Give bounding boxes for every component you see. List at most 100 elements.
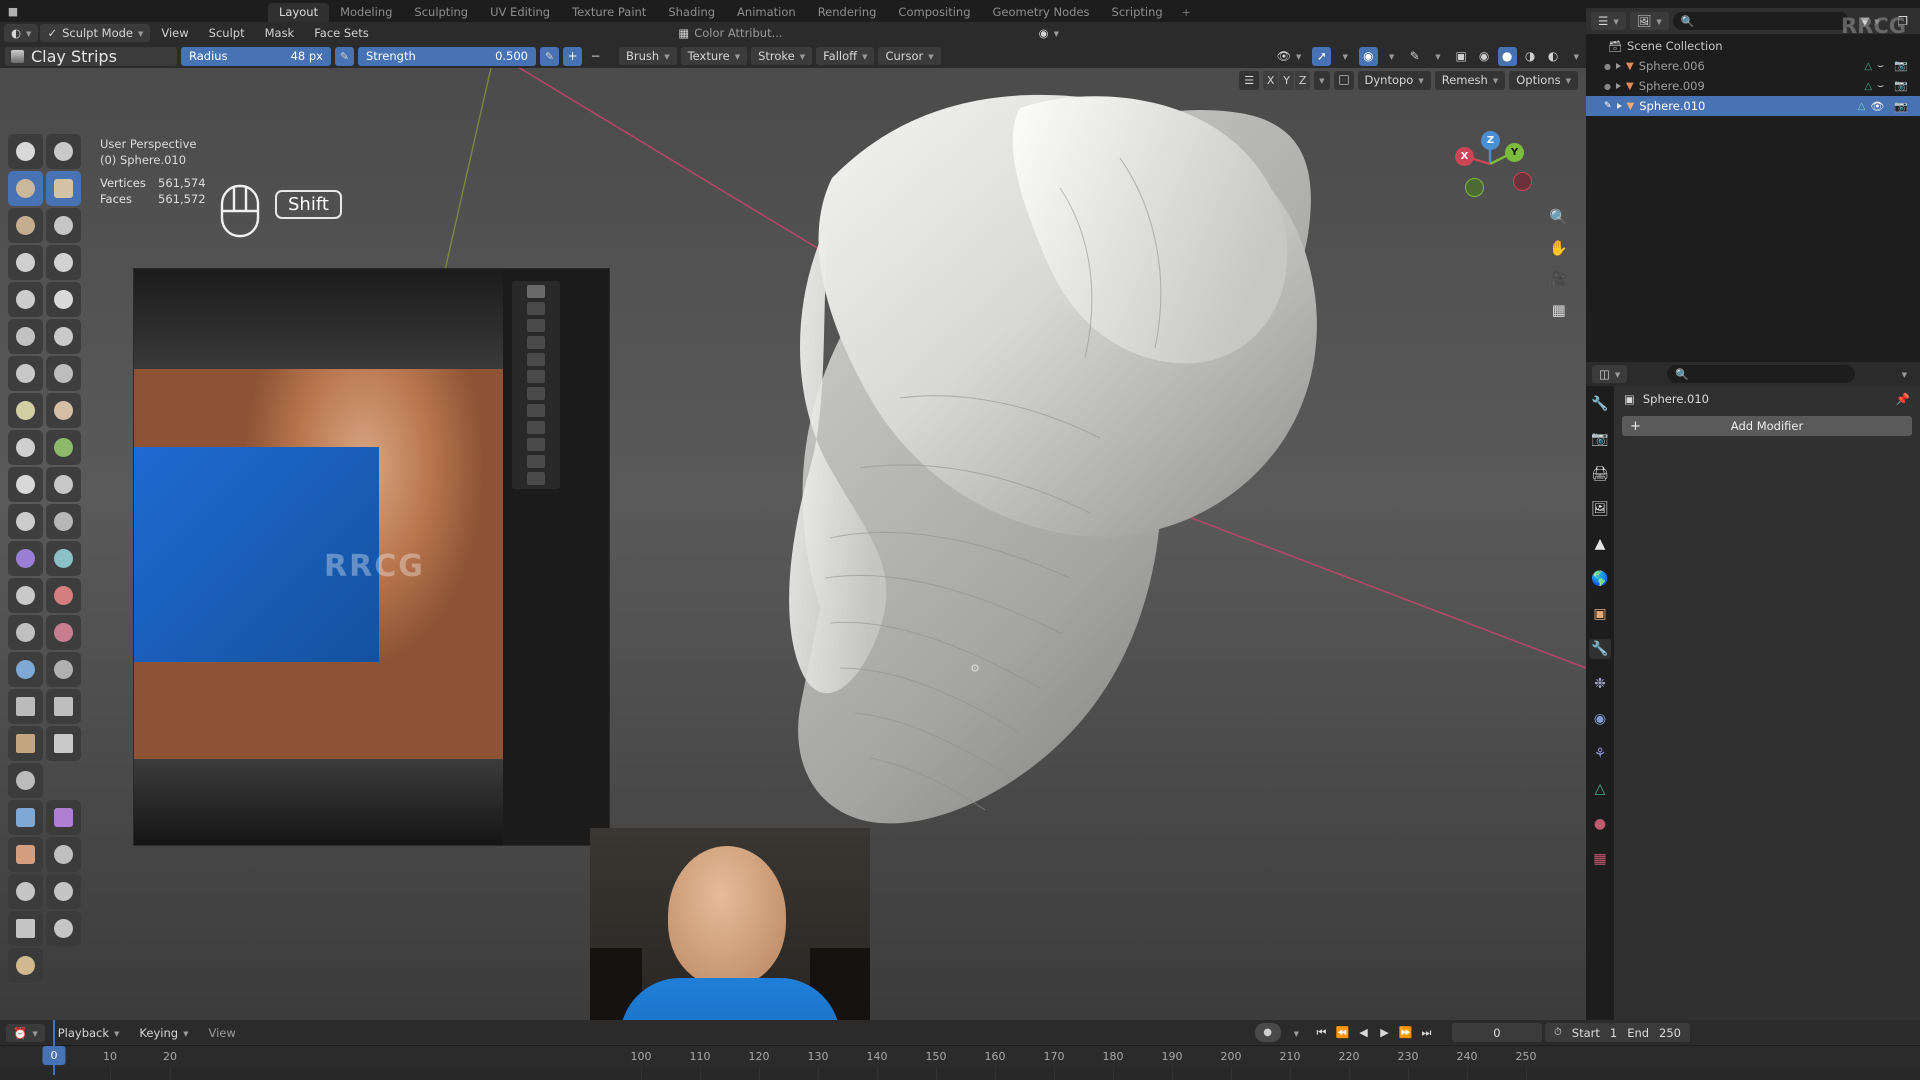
tool-mask[interactable] [8, 615, 43, 650]
tool-nudge[interactable] [8, 504, 43, 539]
expand-triangle-icon[interactable] [1616, 103, 1622, 109]
ref-tool-clone-icon[interactable] [527, 404, 545, 417]
gizmo-axis-y[interactable]: Y [1505, 143, 1524, 162]
brush-popover[interactable]: Brush ▼ [619, 47, 677, 65]
material-shading-button[interactable]: ◑ [1521, 47, 1540, 66]
properties-tab-render[interactable]: 📷 [1589, 429, 1611, 449]
tool-elastic-deform[interactable] [8, 430, 43, 465]
color-attribute-selector[interactable]: ▦ Color Attribut... [671, 24, 789, 42]
properties-tab-particles[interactable]: ❉ [1589, 674, 1611, 694]
properties-tab-output[interactable]: 🖨 [1589, 464, 1611, 484]
menu-sculpt[interactable]: Sculpt [200, 22, 254, 44]
snap-toggle[interactable]: ➚ [1312, 46, 1332, 66]
ref-tool-circle-icon[interactable] [527, 353, 545, 366]
workspace-tab-layout[interactable]: Layout [268, 3, 330, 22]
properties-tab-constraints[interactable]: ⚘ [1589, 744, 1611, 764]
gizmo-axis-z[interactable]: Z [1481, 131, 1500, 150]
properties-editor-type[interactable]: ◫ ▼ [1592, 365, 1628, 383]
ref-tool-check-icon[interactable] [527, 336, 545, 349]
tool-move[interactable] [8, 874, 43, 909]
tool-smooth[interactable] [46, 282, 81, 317]
ref-tool-crop-icon[interactable] [527, 421, 545, 434]
properties-tab-physics[interactable]: ◉ [1589, 709, 1611, 729]
tool-flatten[interactable] [8, 319, 43, 354]
properties-tab-modifier[interactable]: 🔧 [1589, 639, 1611, 659]
active-brush-selector[interactable]: Clay Strips [5, 46, 177, 66]
workspace-tab-rendering[interactable]: Rendering [807, 3, 888, 22]
tool-box-face-set[interactable] [46, 726, 81, 761]
radius-pressure-toggle[interactable]: ✎ [335, 46, 354, 66]
disable-render-camera-icon[interactable]: 📷 [1894, 59, 1908, 73]
properties-tab-scene[interactable]: ▲ [1589, 534, 1611, 554]
tool-multires-smear[interactable] [46, 652, 81, 687]
strength-pressure-toggle[interactable]: ✎ [540, 46, 559, 66]
dyntopo-toggle[interactable] [1333, 70, 1354, 90]
tool-mask-by-color[interactable] [46, 837, 81, 872]
reference-tool-column[interactable] [512, 281, 560, 489]
timeline-ruler[interactable]: 10 20 100 110 120 130 140 150 160 170 18… [0, 1045, 1920, 1067]
tool-box-hide[interactable] [8, 726, 43, 761]
restrict-select-dot-icon[interactable]: ● [1604, 62, 1611, 71]
xray-toggle[interactable]: ▣ [1452, 47, 1471, 66]
solid-shading-button[interactable]: ● [1497, 46, 1517, 66]
snap-popover[interactable]: ▼ [1335, 47, 1354, 65]
tool-grab[interactable] [46, 393, 81, 428]
expand-triangle-icon[interactable] [1615, 83, 1621, 89]
outliner-item-sphere-009[interactable]: ● ▼ Sphere.009 △ ⌣ 📷 [1586, 76, 1920, 96]
symmetry-y-toggle[interactable]: Y [1279, 70, 1295, 90]
workspace-tab-uv-editing[interactable]: UV Editing [479, 3, 561, 22]
brush-cursor-toggle[interactable]: ✎ [1405, 47, 1424, 66]
restrict-select-dot-icon[interactable]: ● [1604, 82, 1611, 91]
add-modifier-button[interactable]: + Add Modifier [1622, 416, 1912, 436]
properties-search-input[interactable]: 🔍 [1666, 365, 1855, 383]
outliner-item-sphere-010[interactable]: ✎ ▼ Sphere.010 △ 👁 📷 [1586, 96, 1920, 116]
symmetry-x-toggle[interactable]: X [1263, 70, 1279, 90]
tool-clay-strips[interactable] [46, 171, 81, 206]
properties-tab-view-layer[interactable]: 🖼 [1589, 499, 1611, 519]
tool-draw[interactable] [8, 134, 43, 169]
properties-tab-material[interactable]: ● [1589, 814, 1611, 834]
timeline-menu-view[interactable]: View [201, 1024, 242, 1042]
tool-multires-displacement-eraser[interactable] [8, 652, 43, 687]
symmetry-z-toggle[interactable]: Z [1295, 70, 1311, 90]
camera-view-icon[interactable]: 🎥 [1549, 270, 1568, 288]
timeline-editor[interactable]: ⏰ ▼ Playback ▼ Keying ▼ View ● ▼ ⏮ ⏪ ◀ ▶… [0, 1020, 1920, 1080]
remesh-popover[interactable]: Remesh ▼ [1434, 70, 1506, 90]
menu-mask[interactable]: Mask [256, 22, 304, 44]
tool-color-filter[interactable] [8, 837, 43, 872]
tool-clay-thumb[interactable] [8, 208, 43, 243]
tool-crease[interactable] [8, 282, 43, 317]
ortho-persp-icon[interactable]: ▦ [1552, 301, 1566, 319]
properties-tab-data[interactable]: △ [1589, 779, 1611, 799]
tool-slide-relax[interactable] [8, 541, 43, 576]
zoom-icon[interactable]: 🔍 [1549, 208, 1568, 226]
tool-boundary[interactable] [46, 541, 81, 576]
properties-tab-texture[interactable]: ▦ [1589, 849, 1611, 869]
tool-fill[interactable] [46, 319, 81, 354]
strength-slider[interactable]: Strength 0.500 [358, 46, 536, 66]
navigation-gizmo[interactable]: Z Y X [1454, 128, 1532, 200]
direction-add-button[interactable]: + [563, 46, 582, 66]
workspace-tab-shading[interactable]: Shading [657, 3, 726, 22]
disable-render-camera-icon[interactable]: 📷 [1894, 79, 1908, 93]
auto-keying-toggle[interactable]: ● [1254, 1023, 1281, 1042]
options-popover[interactable]: Options ▼ [1509, 70, 1578, 90]
prev-keyframe-icon[interactable]: ⏪ [1333, 1023, 1352, 1042]
ref-tool-grid-icon[interactable] [527, 370, 545, 383]
gizmo-axis-neg-x[interactable] [1513, 172, 1532, 191]
outliner-item-sphere-006[interactable]: ● ▼ Sphere.006 △ ⌣ 📷 [1586, 56, 1920, 76]
hide-eye-icon[interactable]: 👁 [1870, 100, 1884, 113]
tool-blob[interactable] [46, 245, 81, 280]
falloff-popover[interactable]: Falloff ▼ [816, 47, 875, 65]
outliner-search-input[interactable]: 🔍 [1672, 12, 1850, 30]
play-reverse-icon[interactable]: ◀ [1354, 1023, 1373, 1042]
tool-box-mask[interactable] [8, 689, 43, 724]
workspace-tab-animation[interactable]: Animation [726, 3, 807, 22]
ref-tool-mask-icon[interactable] [527, 302, 545, 315]
workspace-tab-texture-paint[interactable]: Texture Paint [561, 3, 657, 22]
jump-to-start-icon[interactable]: ⏮ [1312, 1023, 1331, 1042]
workspace-tab-add[interactable]: + [1174, 3, 1199, 22]
menu-face-sets[interactable]: Face Sets [305, 22, 378, 44]
tool-cloth[interactable] [8, 578, 43, 613]
next-keyframe-icon[interactable]: ⏩ [1396, 1023, 1415, 1042]
